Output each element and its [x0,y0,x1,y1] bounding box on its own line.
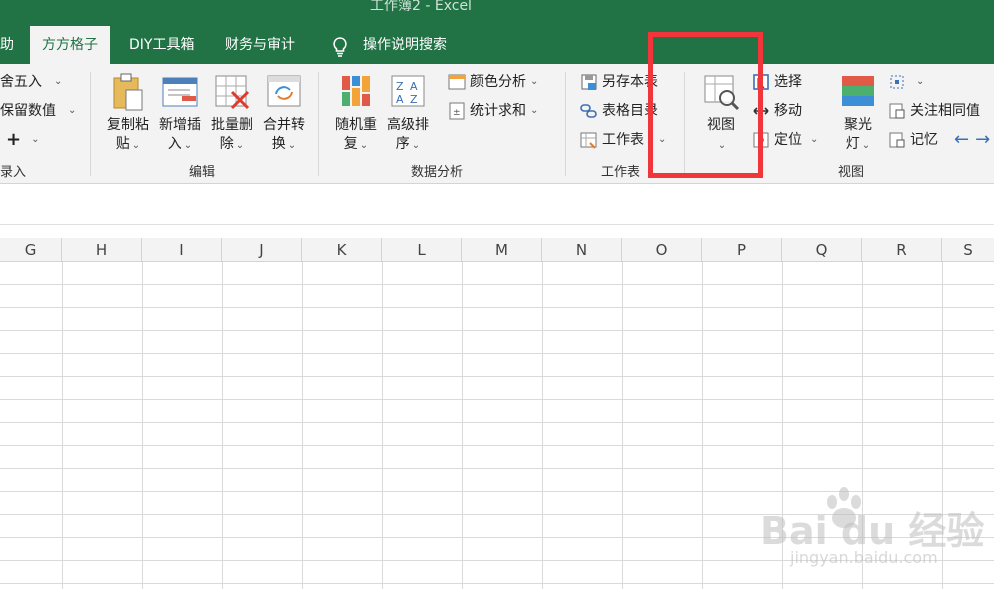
tab-fangfang[interactable]: 方方格子 [30,26,110,65]
focus-cell-dropdown[interactable]: ⌄ [888,70,924,94]
svg-text:A: A [410,80,418,93]
worksheet-icon [580,132,597,149]
insert-new-button[interactable]: 新增插 入 ⌄ [154,72,206,156]
merge-convert-icon [267,75,301,107]
move-button[interactable]: 移动 [752,99,802,123]
column-header-i[interactable]: I [142,238,222,262]
tell-me-search[interactable]: 操作说明搜索 [363,26,447,64]
group-separator [318,72,319,176]
column-header-q[interactable]: Q [782,238,862,262]
tab-finance-audit[interactable]: 财务与审计 [225,26,295,64]
batch-delete-button[interactable]: 批量删 除 ⌄ [206,72,258,156]
sheet-directory-button[interactable]: 表格目录 [580,99,658,123]
spotlight-button[interactable]: 聚光 灯 ⌄ [836,72,880,156]
lightbulb-icon[interactable] [330,36,350,58]
sort-az-icon: Z A A Z [391,75,425,107]
save-disk-icon [581,74,597,90]
spotlight-icon [842,76,874,106]
link-icon [580,104,597,118]
svg-text:Z: Z [396,80,404,93]
focus-cell-icon [890,75,904,89]
random-repeat-button[interactable]: 随机重 复 ⌄ [330,72,382,156]
column-header-k[interactable]: K [302,238,382,262]
advanced-sort-button[interactable]: Z A A Z 高级排 序 ⌄ [382,72,434,156]
column-header-n[interactable]: N [542,238,622,262]
column-header-o[interactable]: O [622,238,702,262]
svg-text:A: A [396,93,404,106]
clipboard-icon [113,73,143,111]
column-header-m[interactable]: M [462,238,542,262]
watch-value-icon [889,103,905,119]
memory-button[interactable]: 记忆 ← → [888,128,990,152]
group-separator [90,72,91,176]
view-button[interactable]: 视图 ⌄ [698,72,744,156]
select-cell-icon [753,74,769,90]
svg-text:Z: Z [410,93,418,106]
locate-button[interactable]: 定位 ⌄ [752,128,818,152]
column-header-g[interactable]: G [0,238,62,262]
worksheet-button[interactable]: 工作表 ⌄ [580,128,666,152]
watch-same-value-button[interactable]: 关注相同值 [888,99,980,123]
watermark-url: jingyan.baidu.com [790,548,938,567]
group-label-edit: 编辑 [189,165,216,180]
column-header-s[interactable]: S [942,238,994,262]
column-header-l[interactable]: L [382,238,462,262]
color-grid-icon [448,74,466,90]
tab-help[interactable]: 助 [0,26,14,64]
group-separator [684,72,685,176]
select-button[interactable]: 选择 [752,70,802,94]
window-title: 工作簿2 - Excel [370,0,472,14]
magnifier-sheet-icon [704,75,740,111]
column-header-p[interactable]: P [702,238,782,262]
ribbon: 舍五入 ⌄ 保留数值 ⌄ + ⌄ 录入 复制粘 贴 ⌄ 新增插 入 ⌄ 批量删 … [0,64,994,184]
group-label-worksheet: 工作表 [601,165,641,180]
merge-convert-button[interactable]: 合并转 换 ⌄ [258,72,310,156]
random-blocks-icon [342,76,370,106]
delete-grid-icon [215,75,250,110]
arrow-right-icon[interactable]: → [975,128,990,152]
ribbon-tab-bar: 助 方方格子 DIY工具箱 财务与审计 操作说明搜索 [0,26,994,65]
group-separator [565,72,566,176]
round-button[interactable]: 舍五入 ⌄ [0,70,62,94]
insert-rows-icon [162,77,198,107]
column-header-row: G H I J K L M N O P Q R S [0,238,994,262]
formula-bar[interactable] [0,185,994,225]
column-header-j[interactable]: J [222,238,302,262]
group-label-entry: 录入 [0,165,27,180]
column-header-r[interactable]: R [862,238,942,262]
plus-button[interactable]: + ⌄ [6,128,39,152]
copy-paste-button[interactable]: 复制粘 贴 ⌄ [102,72,154,156]
save-sheet-button[interactable]: 另存本表 [580,70,658,94]
color-analysis-button[interactable]: 颜色分析 ⌄ [448,70,538,94]
keep-value-button[interactable]: 保留数值 ⌄ [0,99,76,123]
move-arrows-icon [753,107,769,115]
tab-diy-toolbox[interactable]: DIY工具箱 [129,26,194,64]
svg-text:±: ± [453,108,461,118]
watermark-logo: Bai du 经验 [760,509,985,553]
column-header-h[interactable]: H [62,238,142,262]
title-bar: 工作簿2 - Excel [0,0,994,26]
stat-sum-button[interactable]: ± 统计求和 ⌄ [448,99,538,123]
memory-icon [889,132,905,148]
arrow-left-icon[interactable]: ← [954,128,969,152]
calculator-icon: ± [449,102,465,120]
locate-icon [753,132,769,148]
group-label-view: 视图 [838,165,865,180]
group-label-data-analysis: 数据分析 [411,165,464,180]
